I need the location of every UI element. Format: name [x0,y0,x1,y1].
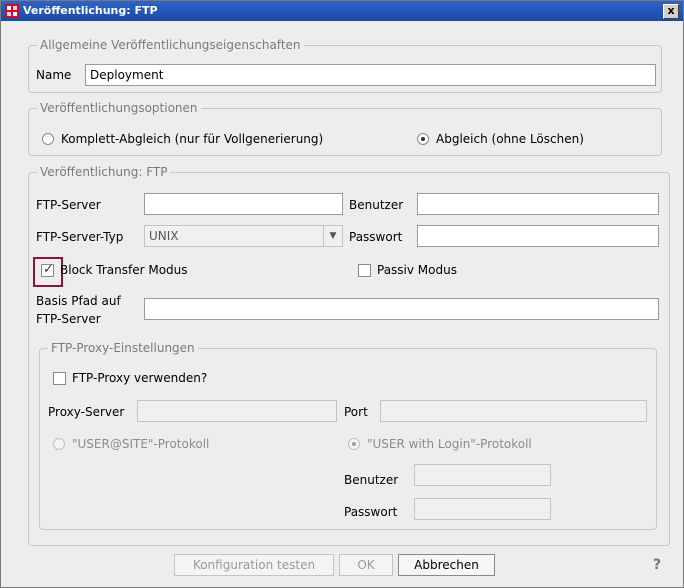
radio-sync-no-delete[interactable] [417,133,429,145]
proxy-password-label: Passwort [344,505,398,519]
use-proxy-checkbox[interactable] [53,372,66,385]
base-path-label-line1: Basis Pfad auf [36,294,121,308]
radio-full-sync-label: Komplett-Abgleich (nur für Vollgenerieru… [61,132,324,146]
user-input[interactable] [417,193,659,215]
passive-mode-label: Passiv Modus [377,263,457,277]
radio-user-site-label: "USER@SITE"-Protokoll [72,437,210,451]
server-type-select[interactable]: UNIX ▼ [144,225,343,247]
proxy-server-label: Proxy-Server [48,405,125,419]
proxy-legend: FTP-Proxy-Einstellungen [48,341,198,355]
title-bar[interactable]: Veröffentlichung: FTP x [1,1,683,21]
proxy-port-input[interactable] [380,400,647,422]
radio-user-site[interactable] [53,438,65,450]
ok-button[interactable]: OK [339,554,393,576]
general-legend: Allgemeine Veröffentlichungseigenschafte… [37,38,304,52]
name-label: Name [36,68,72,82]
base-path-label-line2: FTP-Server [36,312,101,326]
proxy-server-input[interactable] [137,400,337,422]
radio-user-login-label: "USER with Login"-Protokoll [367,437,532,451]
password-label: Passwort [349,230,403,244]
proxy-user-label: Benutzer [344,473,399,487]
chevron-down-icon[interactable]: ▼ [323,226,342,246]
check-icon: ✓ [43,262,54,277]
window-title: Veröffentlichung: FTP [23,4,158,17]
proxy-user-input[interactable] [414,464,551,486]
proxy-password-input[interactable] [414,498,551,520]
block-transfer-checkbox[interactable]: ✓ [41,262,54,277]
radio-sync-no-delete-label: Abgleich (ohne Löschen) [436,132,584,146]
app-icon [5,4,19,18]
dialog-window: Veröffentlichung: FTP x Allgemeine Veröf… [0,0,684,588]
passive-mode-checkbox[interactable] [358,264,371,277]
options-legend: Veröffentlichungsoptionen [37,101,201,115]
radio-full-sync[interactable] [42,133,54,145]
help-icon[interactable]: ? [653,557,661,573]
proxy-port-label: Port [344,405,368,419]
test-configuration-button[interactable]: Konfiguration testen [174,554,334,576]
block-transfer-label: Block Transfer Modus [60,263,188,277]
password-input[interactable] [417,225,659,247]
ftp-legend: Veröffentlichung: FTP [37,165,171,179]
cancel-button[interactable]: Abbrechen [398,554,495,576]
use-proxy-label: FTP-Proxy verwenden? [72,371,208,385]
name-input[interactable] [85,64,656,86]
ftp-server-label: FTP-Server [36,198,101,212]
ftp-server-input[interactable] [144,193,343,215]
radio-user-login[interactable] [348,438,360,450]
base-path-input[interactable] [144,298,659,320]
server-type-label: FTP-Server-Typ [36,230,124,244]
close-button[interactable]: x [663,4,679,19]
user-label: Benutzer [349,198,404,212]
server-type-value: UNIX [149,229,179,243]
